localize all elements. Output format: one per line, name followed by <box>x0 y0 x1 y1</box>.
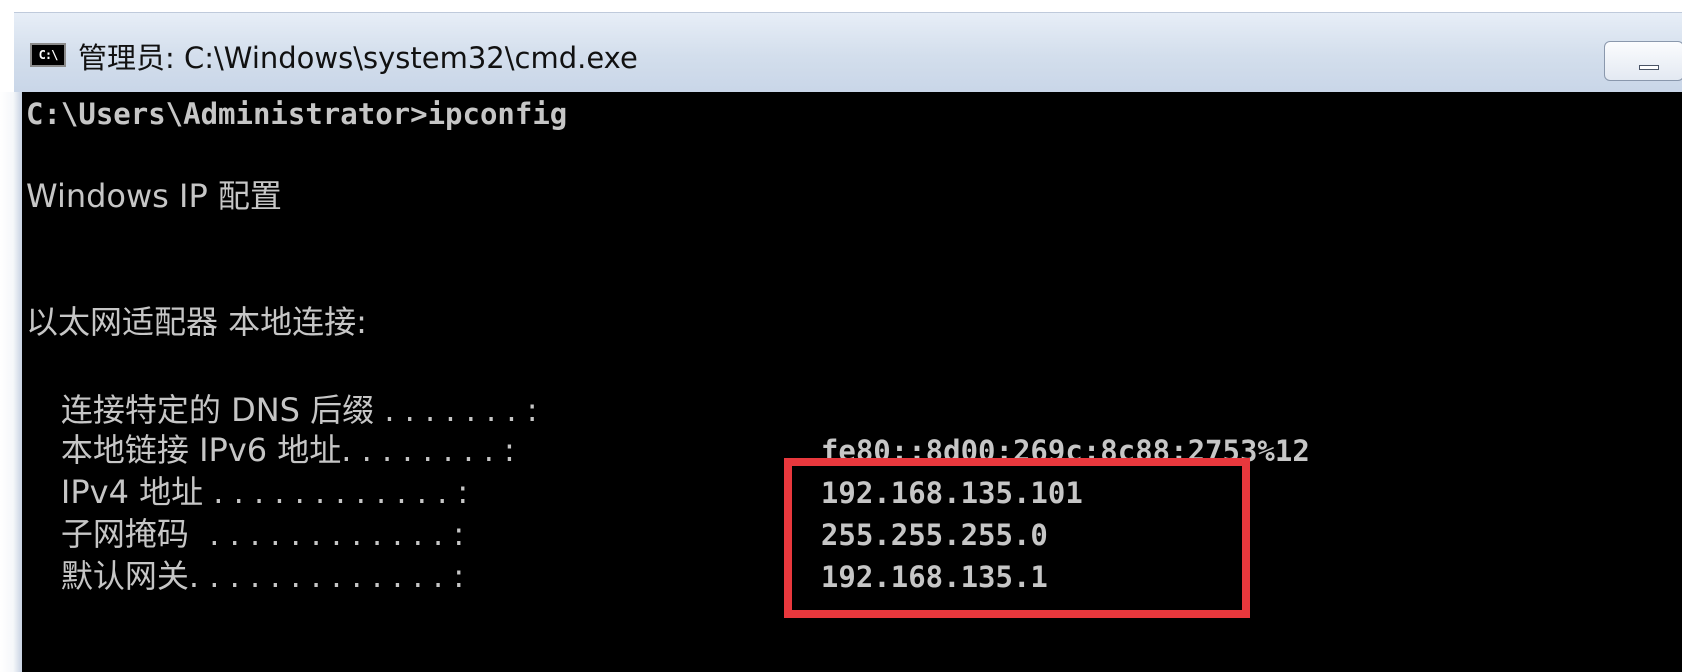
minimize-button[interactable] <box>1604 41 1682 81</box>
minimize-icon <box>1639 65 1659 70</box>
entry-label: 本地链接 IPv6 地址. . . . . . . . : <box>60 431 515 469</box>
gateway-row: 默认网关. . . . . . . . . . . . . : 192.168.1… <box>26 558 1048 595</box>
entry-value: 255.255.255.0 <box>820 518 1048 552</box>
cmd-icon: C:\ <box>30 43 66 67</box>
entry-label: 子网掩码 . . . . . . . . . . . . : <box>60 515 465 553</box>
subnet-mask-row: 子网掩码 . . . . . . . . . . . . : 255.255.25… <box>26 516 1048 553</box>
entry-label: 默认网关. . . . . . . . . . . . . : <box>60 557 465 595</box>
dns-suffix-row: 连接特定的 DNS 后缀 . . . . . . . : <box>26 392 821 429</box>
console-output[interactable]: C:\Users\Administrator>ipconfig Windows … <box>22 92 1682 672</box>
adapter-line: 以太网适配器 本地连接: <box>26 303 367 341</box>
cmd-window: C:\ 管理员: C:\Windows\system32\cmd.exe C:\… <box>0 0 1682 672</box>
entry-value: fe80::8d00:269c:8c88:2753%12 <box>820 434 1310 468</box>
heading-line: Windows IP 配置 <box>26 178 282 215</box>
prompt-line: C:\Users\Administrator>ipconfig <box>26 97 568 131</box>
entry-label: IPv4 地址 . . . . . . . . . . . . : <box>60 473 469 511</box>
window-frame-left <box>0 92 22 672</box>
title-bar[interactable]: C:\ 管理员: C:\Windows\system32\cmd.exe <box>14 12 1682 92</box>
entry-value: 192.168.135.1 <box>820 560 1048 594</box>
ipv4-row: IPv4 地址 . . . . . . . . . . . . : 192.168… <box>26 474 1083 511</box>
window-title: 管理员: C:\Windows\system32\cmd.exe <box>78 41 638 75</box>
heading-text: Windows IP 配置 <box>26 177 282 215</box>
ipv6-row: 本地链接 IPv6 地址. . . . . . . . : fe80::8d00:… <box>26 432 1310 469</box>
entry-label: 连接特定的 DNS 后缀 . . . . . . . : <box>60 391 538 429</box>
entry-value: 192.168.135.101 <box>820 476 1083 510</box>
